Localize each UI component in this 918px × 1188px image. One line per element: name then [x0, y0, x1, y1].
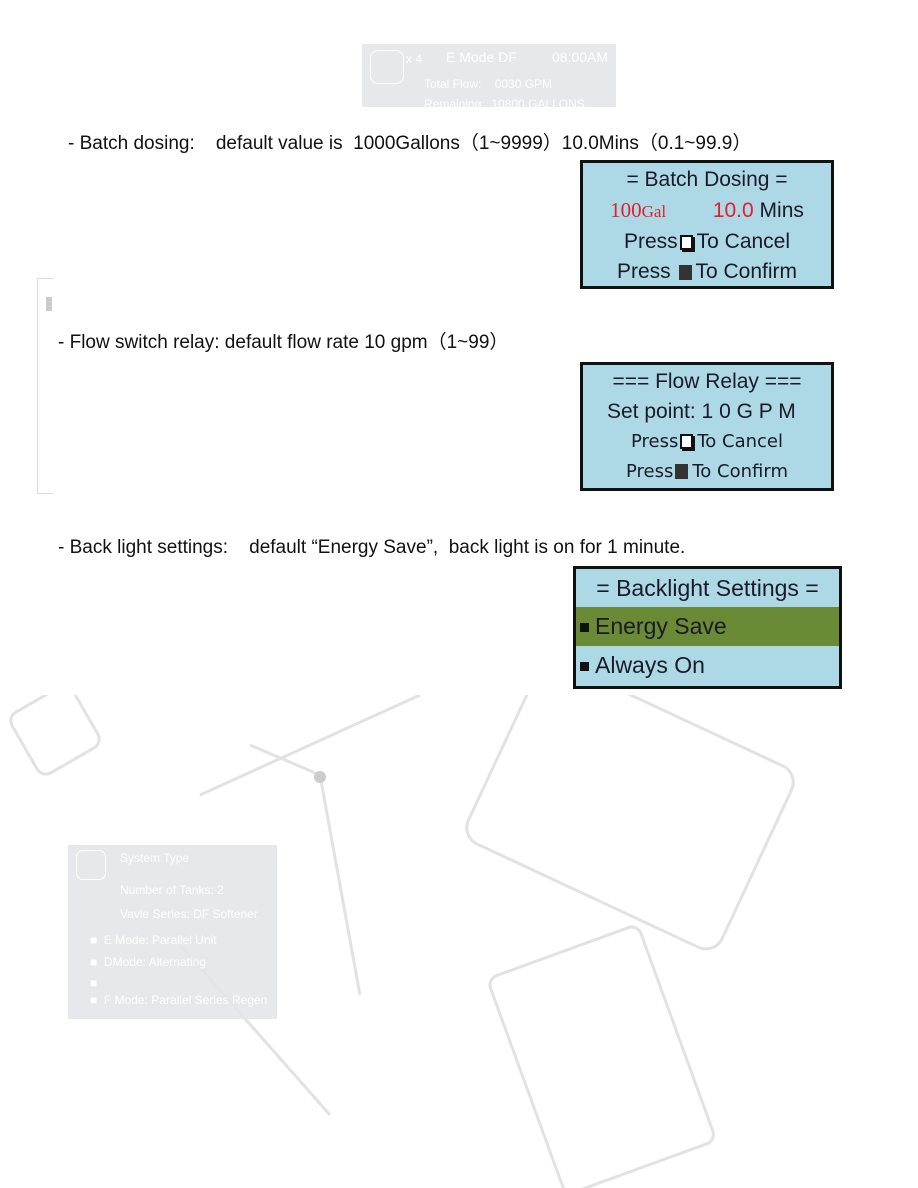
option-always-on[interactable]: Always On [576, 646, 839, 685]
drop-icon [76, 850, 106, 880]
drop-icon [370, 50, 404, 84]
backlight-screen: = Backlight Settings = Energy Save Alway… [573, 566, 842, 689]
valve-series: Vavle Series: DF Softener [120, 907, 258, 921]
gal-unit: Gal [641, 202, 667, 221]
gal-value: 100 [610, 198, 642, 222]
mode-label: E Mode DF [446, 49, 517, 65]
confirm-key-icon [675, 464, 689, 479]
cancel-key-icon [680, 434, 694, 449]
batch-title: = Batch Dosing = [626, 168, 788, 191]
bullet-icon [580, 662, 589, 671]
remaining: Remaining: 10800 GALLONS [424, 97, 585, 111]
press-label: Press [616, 260, 671, 283]
backlight-description: - Back light settings: default “Energy S… [58, 537, 686, 558]
option-e: ■ E Mode: Parallel Unit [90, 933, 217, 947]
confirm-key-icon [678, 265, 692, 280]
cancel-label: To Cancel [697, 431, 784, 452]
option-energy-save[interactable]: Energy Save [576, 607, 839, 646]
batch-cancel: Press To Cancel [583, 227, 831, 257]
min-value: 10.0 [712, 199, 754, 222]
flow-relay-screen: === Flow Relay === Set point: 1 0 G P M … [580, 362, 834, 491]
tanks: Number of Tanks: 2 [120, 883, 224, 897]
bullet-icon [580, 623, 589, 632]
flow-cancel: Press To Cancel [583, 427, 831, 457]
option-d: ■ DMode: Alternating [90, 955, 206, 969]
system-type-screen: System Type Number of Tanks: 2 Vavle Ser… [68, 845, 277, 1019]
cancel-label: To Cancel [696, 230, 791, 253]
option-f: ■ F Mode: Parallel Series Regen [90, 993, 268, 1007]
batch-dosing-screen: = Batch Dosing = 100Gal 10.0 Mins Press T… [580, 160, 834, 289]
option-label: Always On [595, 652, 705, 678]
total-flow: Total Flow: 0030 GPM [424, 77, 553, 91]
flow-title: === Flow Relay === [612, 370, 802, 393]
scroll-panel [37, 278, 54, 494]
cancel-key-icon [679, 235, 693, 250]
press-label: Press [626, 461, 674, 482]
min-unit: Mins [759, 199, 804, 222]
batch-values: 100Gal 10.0 Mins [583, 195, 831, 227]
tank-count: x 4 [406, 52, 423, 66]
batch-confirm: Press To Confirm [583, 257, 831, 287]
confirm-label: To Confirm [692, 461, 788, 482]
flow-confirm: Press To Confirm [583, 457, 831, 487]
backlight-title: = Backlight Settings = [596, 575, 819, 601]
flow-description: - Flow switch relay: default flow rate 1… [58, 332, 509, 353]
press-label: Press [623, 230, 678, 253]
press-label: Press [630, 431, 679, 452]
system-title: System Type [120, 851, 190, 865]
option-label: Energy Save [595, 613, 727, 639]
batch-description: - Batch dosing: default value is 1000Gal… [68, 133, 752, 154]
manual-page: x 4 E Mode DF 08:00AM Total Flow: 0030 G… [0, 0, 918, 1188]
time-label: 08:00AM [552, 49, 609, 65]
flow-setpoint: Set point: 1 0 G P M [607, 400, 796, 423]
option-blank: ■ [90, 976, 104, 990]
confirm-label: To Confirm [695, 260, 798, 283]
main-screen-image: x 4 E Mode DF 08:00AM Total Flow: 0030 G… [362, 44, 616, 111]
